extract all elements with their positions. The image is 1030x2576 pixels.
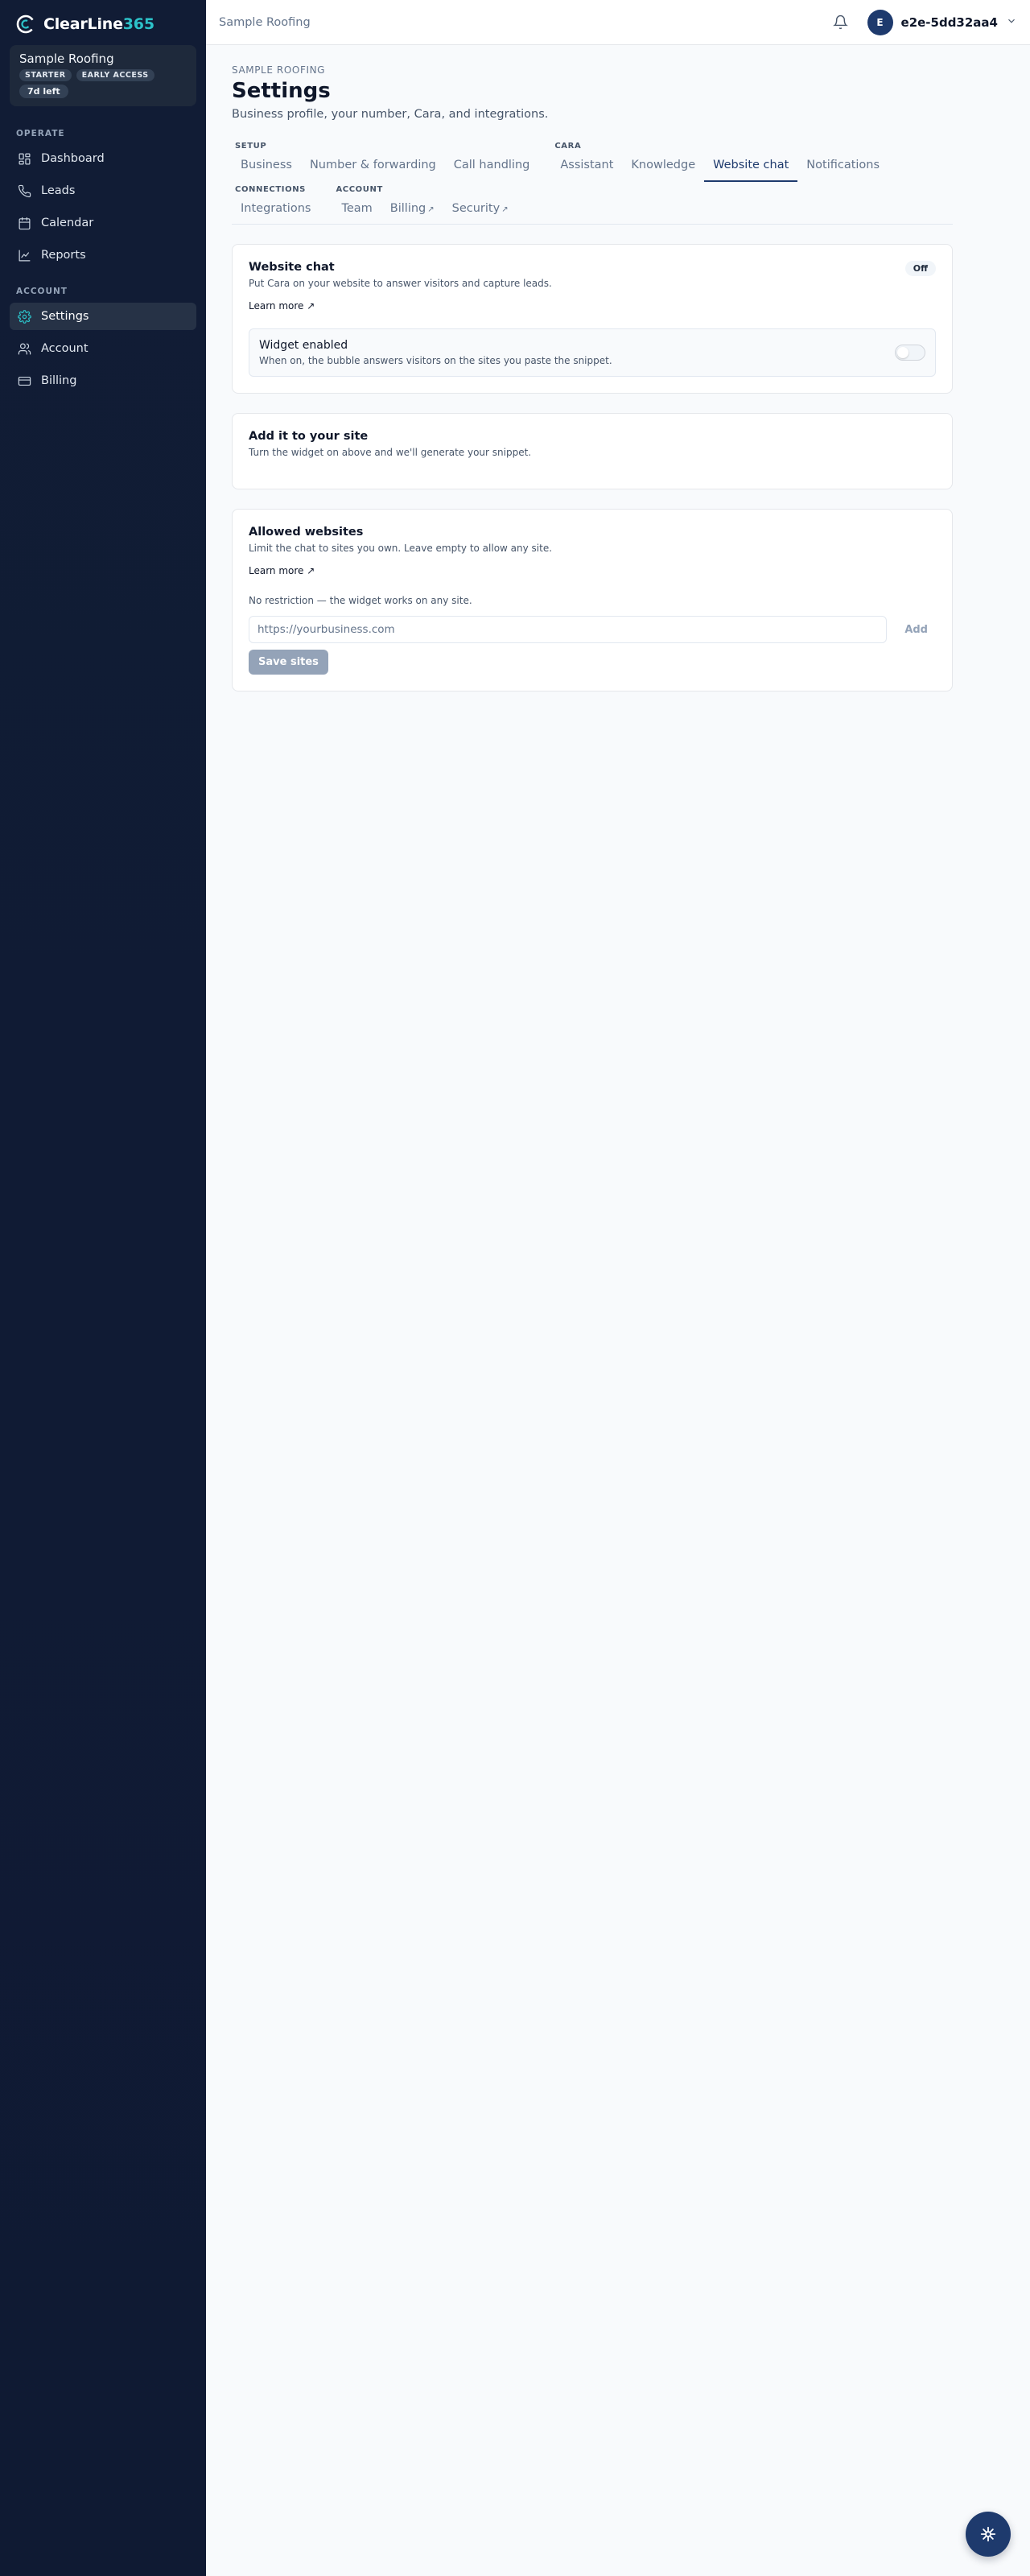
settings-tabs-row-1: SETUP Business Number & forwarding Call … — [232, 142, 953, 182]
tab-group-label: CONNECTIONS — [235, 185, 306, 194]
sidebar-item-label: Calendar — [41, 217, 94, 229]
tab-notifications[interactable]: Notifications — [797, 151, 888, 182]
add-to-site-card: Add it to your site Turn the widget on a… — [232, 413, 953, 489]
tab-group-label: ACCOUNT — [336, 185, 383, 194]
learn-more-link[interactable]: Learn more ↗ — [249, 300, 315, 312]
sidebar-item-label: Reports — [41, 249, 86, 262]
tab-business[interactable]: Business — [232, 151, 301, 182]
user-icon — [18, 343, 31, 354]
sidebar-item-label: Billing — [41, 374, 77, 387]
sidebar-item-reports[interactable]: Reports — [10, 242, 196, 269]
card-description: Turn the widget on above and we'll gener… — [249, 447, 532, 458]
widget-enabled-description: When on, the bubble answers visitors on … — [259, 355, 612, 366]
tab-website-chat[interactable]: Website chat — [704, 151, 798, 182]
save-sites-button[interactable]: Save sites — [249, 650, 328, 675]
widget-enabled-row: Widget enabled When on, the bubble answe… — [249, 328, 936, 377]
sidebar-item-dashboard[interactable]: Dashboard — [10, 145, 196, 172]
tab-call-handling[interactable]: Call handling — [445, 151, 539, 182]
main-content: SAMPLE ROOFING Settings Business profile… — [232, 45, 953, 691]
tab-label: Billing — [389, 202, 426, 215]
external-link-icon: ↗ — [307, 300, 315, 312]
tab-group-cara: CARA Assistant Knowledge Website chat No… — [551, 142, 888, 182]
gear-icon — [18, 309, 31, 324]
learn-more-link[interactable]: Learn more ↗ — [249, 565, 315, 576]
website-chat-card: Website chat Put Cara on your website to… — [232, 244, 953, 394]
org-switcher[interactable]: Sample Roofing STARTER EARLY ACCESS 7d l… — [10, 45, 196, 106]
card-title: Allowed websites — [249, 526, 364, 539]
brand-logo-icon — [16, 14, 35, 34]
sidebar-item-label: Leads — [41, 184, 76, 197]
add-site-button[interactable]: Add — [896, 624, 936, 636]
credit-card-icon — [18, 376, 31, 386]
card-description: Put Cara on your website to answer visit… — [249, 278, 552, 289]
external-link-icon: ↗ — [427, 205, 435, 214]
no-restriction-note: No restriction — the widget works on any… — [249, 595, 472, 606]
sparkle-icon — [980, 2526, 996, 2542]
sidebar-item-calendar[interactable]: Calendar — [10, 209, 196, 237]
nav-heading-account: ACCOUNT — [16, 287, 68, 296]
calendar-icon — [19, 217, 31, 229]
page-eyebrow: SAMPLE ROOFING — [232, 64, 326, 76]
org-name: Sample Roofing — [19, 52, 114, 66]
status-badge: Off — [904, 261, 936, 276]
sidebar-item-billing[interactable]: Billing — [10, 367, 196, 394]
notifications-button[interactable] — [832, 14, 848, 30]
card-title: Website chat — [249, 261, 335, 274]
early-access-badge: EARLY ACCESS — [76, 69, 154, 81]
tab-group-account: ACCOUNT Team Billing ↗ Security ↗ — [332, 185, 517, 224]
brand-name: ClearLine365 — [43, 15, 154, 33]
user-menu-name[interactable]: e2e-5dd32aa4 — [901, 15, 998, 30]
dashboard-icon — [19, 153, 31, 164]
breadcrumb[interactable]: Sample Roofing — [219, 16, 311, 29]
page-title: Settings — [232, 79, 331, 103]
toggle-knob — [897, 347, 908, 358]
nav-heading-operate: OPERATE — [16, 129, 65, 138]
external-link-icon: ↗ — [501, 205, 509, 214]
tab-integrations[interactable]: Integrations — [232, 194, 319, 224]
chevron-down-icon — [1008, 19, 1015, 23]
brand[interactable]: ClearLine365 — [0, 0, 206, 35]
sidebar: ClearLine365 Sample Roofing STARTER EARL… — [0, 0, 206, 2576]
settings-tabs-row-2: CONNECTIONS Integrations ACCOUNT Team Bi… — [232, 185, 953, 225]
bell-icon — [832, 14, 848, 30]
page-subtitle: Business profile, your number, Cara, and… — [232, 108, 549, 121]
phone-icon — [18, 184, 31, 197]
tab-group-label: SETUP — [235, 142, 267, 151]
sidebar-item-settings[interactable]: Settings — [10, 303, 196, 330]
tab-assistant[interactable]: Assistant — [551, 151, 622, 182]
trial-badge: 7d left — [19, 85, 68, 98]
tab-number-forwarding[interactable]: Number & forwarding — [301, 151, 445, 182]
tab-group-connections: CONNECTIONS Integrations — [232, 185, 319, 224]
site-url-input[interactable] — [249, 616, 888, 643]
sidebar-item-leads[interactable]: Leads — [10, 177, 196, 204]
tab-team[interactable]: Team — [332, 194, 381, 224]
sidebar-item-label: Dashboard — [41, 152, 105, 165]
tab-label: Security — [451, 202, 501, 215]
tab-group-label: CARA — [554, 142, 582, 151]
widget-enabled-toggle[interactable] — [895, 345, 925, 361]
card-title: Add it to your site — [249, 430, 369, 443]
widget-enabled-label: Widget enabled — [259, 339, 348, 352]
topbar: Sample Roofing E e2e-5dd32aa4 — [206, 0, 1030, 45]
user-menu-toggle[interactable] — [1006, 14, 1017, 30]
allowed-websites-card: Allowed websites Limit the chat to sites… — [232, 509, 953, 691]
tab-knowledge[interactable]: Knowledge — [622, 151, 704, 182]
plan-badge: STARTER — [19, 69, 72, 81]
tab-group-setup: SETUP Business Number & forwarding Call … — [232, 142, 538, 182]
avatar[interactable]: E — [867, 9, 893, 35]
card-description: Limit the chat to sites you own. Leave e… — [249, 543, 553, 554]
sidebar-item-label: Settings — [41, 310, 89, 323]
chart-icon — [19, 250, 31, 261]
assistant-launcher-button[interactable] — [966, 2512, 1011, 2557]
tab-billing[interactable]: Billing ↗ — [381, 194, 443, 224]
sidebar-item-label: Account — [41, 342, 89, 355]
sidebar-item-account[interactable]: Account — [10, 335, 196, 362]
external-link-icon: ↗ — [307, 565, 315, 576]
tab-security[interactable]: Security ↗ — [443, 194, 517, 224]
